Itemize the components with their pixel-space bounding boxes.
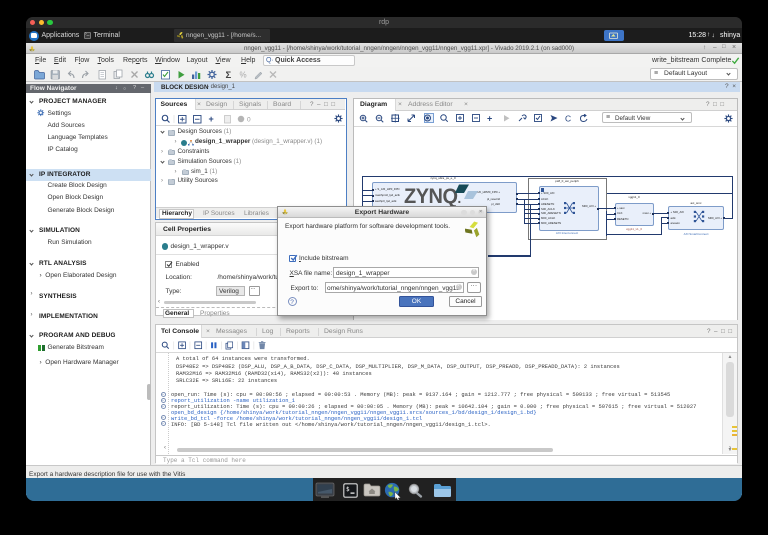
svg-text:+: +: [209, 114, 214, 124]
svg-text:%: %: [240, 71, 247, 80]
svg-text:$: $: [346, 486, 350, 493]
svg-text:C: C: [565, 114, 571, 124]
svg-text:Σ: Σ: [226, 70, 232, 80]
svg-text:0: 0: [247, 116, 251, 123]
svg-text:+: +: [487, 114, 492, 124]
